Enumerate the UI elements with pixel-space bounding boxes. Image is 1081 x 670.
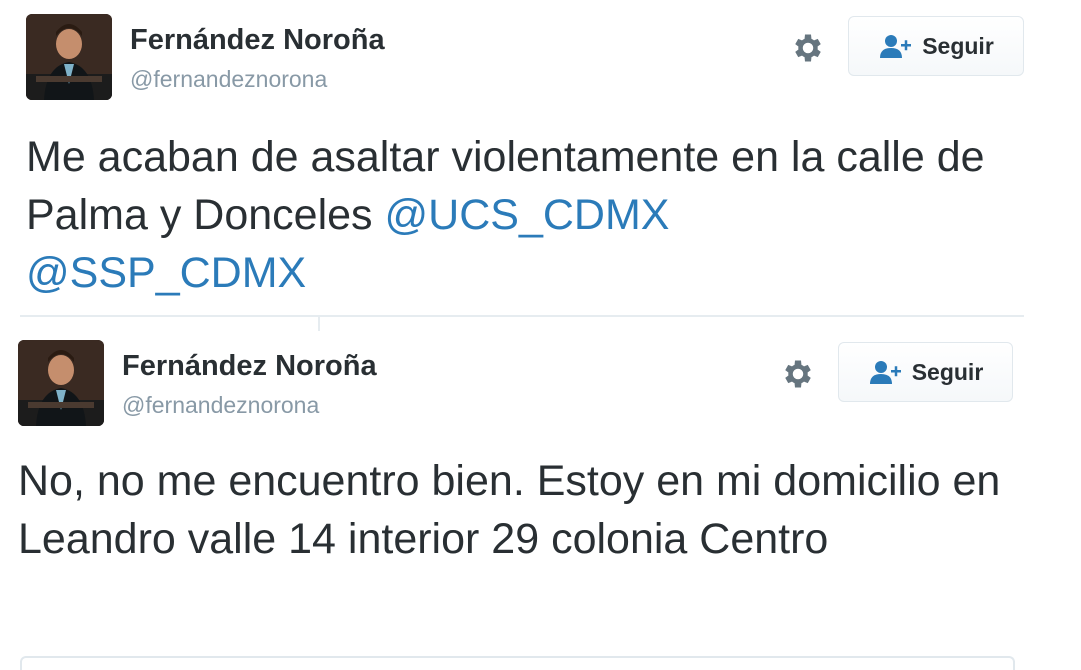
author-name[interactable]: Fernández Noroña	[130, 24, 385, 57]
avatar-image	[18, 340, 104, 426]
tweet-text: Me acaban de asaltar violentamente en la…	[26, 128, 1066, 302]
next-tweet-edge	[20, 656, 1015, 670]
tweet-card-1: Fernández Noroña @fernandeznorona Seguir…	[0, 0, 1081, 331]
follow-button[interactable]: Seguir	[848, 16, 1024, 76]
avatar-image	[26, 14, 112, 100]
mention-link[interactable]: @UCS_CDMX	[385, 191, 670, 239]
tweet-card-2: Fernández Noroña @fernandeznorona Seguir…	[0, 328, 1081, 666]
follow-button[interactable]: Seguir	[838, 342, 1013, 402]
follow-user-icon	[869, 361, 901, 384]
follow-label: Seguir	[922, 32, 994, 59]
follow-user-icon	[880, 35, 912, 58]
avatar[interactable]	[18, 340, 104, 426]
author-handle[interactable]: @fernandeznorona	[130, 66, 327, 93]
author-handle[interactable]: @fernandeznorona	[122, 392, 319, 419]
gear-icon[interactable]	[790, 30, 826, 66]
gear-icon[interactable]	[780, 356, 816, 392]
author-name[interactable]: Fernández Noroña	[122, 350, 377, 383]
follow-label: Seguir	[911, 358, 984, 385]
divider	[20, 315, 1024, 317]
avatar[interactable]	[26, 14, 112, 100]
tweet-text: No, no me encuentro bien. Estoy en mi do…	[18, 457, 1001, 563]
mention-link[interactable]: @SSP_CDMX	[26, 249, 306, 297]
